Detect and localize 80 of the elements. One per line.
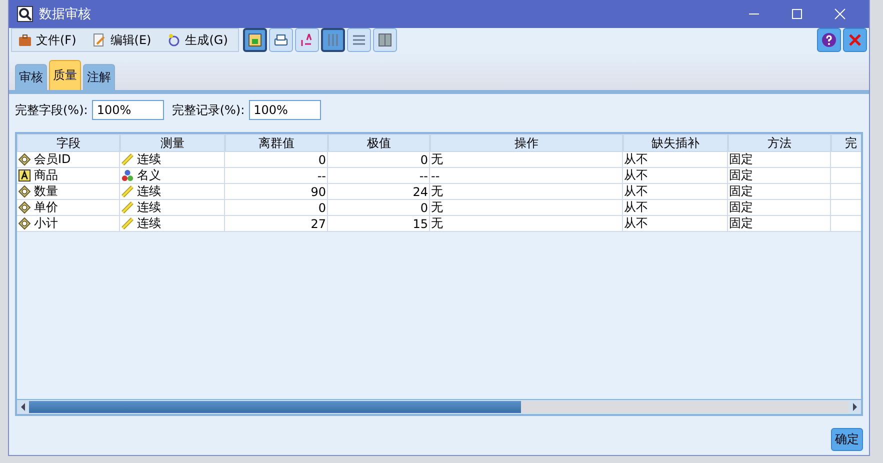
input-field[interactable]: 100% bbox=[92, 100, 164, 120]
document-icon bbox=[92, 33, 106, 47]
table-cell: 固定 bbox=[729, 167, 753, 184]
toolbar-button[interactable] bbox=[320, 28, 345, 52]
table-cell: 固定 bbox=[729, 199, 753, 216]
table-cell: 从不 bbox=[624, 167, 648, 184]
table-cell: 无 bbox=[431, 215, 443, 232]
table-cell: 连续 bbox=[137, 199, 161, 216]
toolbar-button[interactable] bbox=[294, 28, 319, 52]
ruler-icon bbox=[121, 185, 134, 198]
field-label: 完整记录(%): bbox=[172, 102, 245, 118]
table-cell: 从不 bbox=[624, 199, 648, 216]
field-label: 完整字段(%): bbox=[15, 102, 88, 118]
panel-icon bbox=[376, 32, 393, 48]
toolbar-button[interactable] bbox=[268, 28, 293, 52]
table-cell: 0 bbox=[318, 152, 326, 166]
table-cell: 15 bbox=[412, 216, 428, 230]
table-cell: 会员ID bbox=[34, 151, 71, 168]
column-header[interactable]: 完 bbox=[831, 134, 861, 152]
table-cell: 无 bbox=[431, 183, 443, 200]
column-header[interactable]: 离群值 bbox=[225, 134, 328, 152]
table-cell: 无 bbox=[431, 151, 443, 168]
column-header[interactable]: 极值 bbox=[328, 134, 430, 152]
table-cell: 单价 bbox=[34, 199, 58, 216]
image-icon bbox=[246, 32, 263, 48]
close-icon[interactable] bbox=[834, 8, 846, 20]
table-cell: 从不 bbox=[624, 215, 648, 232]
table-cell: 从不 bbox=[624, 183, 648, 200]
horizontal-scrollbar[interactable] bbox=[17, 399, 861, 414]
help-icon bbox=[821, 32, 837, 48]
table-cell: 固定 bbox=[729, 215, 753, 232]
column-header[interactable]: 测量 bbox=[120, 134, 225, 152]
menu-item[interactable]: 文件(F) bbox=[12, 29, 86, 51]
table-cell: 固定 bbox=[729, 183, 753, 200]
table-cell: 数量 bbox=[34, 183, 58, 200]
column-header[interactable]: 操作 bbox=[430, 134, 623, 152]
table-cell: 90 bbox=[310, 184, 326, 198]
table-cell: 连续 bbox=[137, 183, 161, 200]
table-cell: 连续 bbox=[137, 215, 161, 232]
tab[interactable]: 审核 bbox=[15, 64, 47, 90]
toolbar-button[interactable] bbox=[242, 28, 267, 52]
table-cell: -- bbox=[431, 168, 440, 182]
column-header[interactable]: 缺失插补 bbox=[623, 134, 728, 152]
table-cell: 小计 bbox=[34, 215, 58, 232]
table-cell: 0 bbox=[420, 200, 428, 214]
window-title: 数据审核 bbox=[39, 6, 91, 23]
maximize-icon[interactable] bbox=[791, 8, 803, 20]
table-cell: -- bbox=[317, 168, 326, 182]
table-cell: 固定 bbox=[729, 151, 753, 168]
column-header[interactable]: 方法 bbox=[728, 134, 831, 152]
table-cell: 连续 bbox=[137, 151, 161, 168]
table-cell: 27 bbox=[310, 216, 326, 230]
menu-item[interactable]: 编辑(E) bbox=[86, 29, 162, 51]
toolbar-button[interactable] bbox=[346, 28, 371, 52]
string-field-icon bbox=[18, 169, 31, 182]
printer-icon bbox=[272, 32, 289, 48]
table-cell: 从不 bbox=[624, 151, 648, 168]
table-cell: 24 bbox=[412, 184, 428, 198]
briefcase-icon bbox=[18, 33, 32, 47]
ruler-icon bbox=[121, 201, 134, 214]
close-icon bbox=[847, 32, 863, 48]
magnifier-icon bbox=[17, 6, 33, 22]
table-cell: 名义 bbox=[137, 167, 161, 184]
table-cell: 0 bbox=[420, 152, 428, 166]
ok-button[interactable]: 确定 bbox=[831, 428, 863, 451]
ruler-icon bbox=[121, 217, 134, 230]
column-header[interactable]: 字段 bbox=[17, 134, 120, 152]
sparkle-icon bbox=[167, 33, 182, 47]
tab[interactable]: 质量 bbox=[49, 60, 81, 90]
table-cell: -- bbox=[419, 168, 428, 182]
circles-icon bbox=[121, 169, 134, 182]
tab[interactable]: 注解 bbox=[83, 64, 115, 90]
menu-item[interactable]: 生成(G) bbox=[161, 29, 238, 51]
table-cell: 0 bbox=[318, 200, 326, 214]
toolbar-button[interactable] bbox=[372, 28, 397, 52]
input-field[interactable]: 100% bbox=[248, 100, 321, 120]
ruler-icon bbox=[121, 153, 134, 166]
table-cell: 商品 bbox=[34, 167, 58, 184]
table-cell: 无 bbox=[431, 199, 443, 216]
help-button[interactable] bbox=[817, 28, 841, 52]
